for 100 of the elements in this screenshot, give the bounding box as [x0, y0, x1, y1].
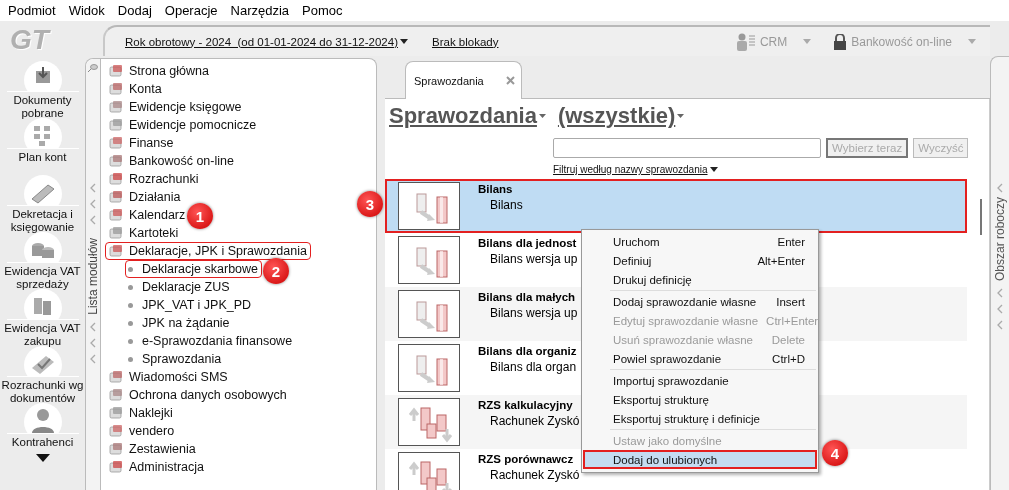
- module-icon: [108, 226, 124, 240]
- menu-item[interactable]: Eksportuj strukturę i definicje: [583, 409, 817, 428]
- module-icon: [108, 424, 124, 438]
- lock-icon[interactable]: [833, 33, 848, 50]
- module-icon: [108, 100, 124, 114]
- menu-item[interactable]: Widok: [62, 3, 112, 18]
- filter-dropdown[interactable]: (wszystkie): [557, 103, 685, 129]
- module-item[interactable]: Kalendarz: [105, 206, 190, 224]
- menu-item[interactable]: Powiel sprawozdanie Ctrl+D: [583, 349, 817, 368]
- menu-item[interactable]: Dodaj: [111, 3, 159, 18]
- report-title: Bilans: [478, 183, 514, 195]
- module-icon: [108, 190, 124, 204]
- module-item[interactable]: Deklaracje, JPK i Sprawozdania: [105, 242, 311, 260]
- report-title: Bilans dla jednost: [478, 237, 578, 249]
- module-icon: [108, 64, 124, 78]
- module-subitem[interactable]: JPK na żądanie: [125, 314, 234, 332]
- module-item[interactable]: Konta: [105, 80, 166, 98]
- module-item[interactable]: Bankowość on-line: [105, 152, 238, 170]
- category-dropdown[interactable]: Sprawozdania: [389, 103, 546, 129]
- module-subitem[interactable]: Deklaracje ZUS: [125, 278, 234, 296]
- report-row[interactable]: Bilans Bilans: [385, 179, 967, 233]
- module-item[interactable]: Kartoteki: [105, 224, 183, 242]
- caret-icon[interactable]: [803, 39, 812, 44]
- sidebar-item[interactable]: Ewidencja VAT sprzedaży: [0, 265, 85, 291]
- module-icon: [108, 154, 124, 168]
- tab[interactable]: Sprawozdania: [405, 61, 522, 99]
- module-icon: [108, 370, 124, 384]
- module-item[interactable]: Finanse: [105, 134, 178, 152]
- module-icon: [108, 118, 124, 132]
- module-item[interactable]: Ewidencje księgowe: [105, 98, 246, 116]
- sidebar-item[interactable]: Rozrachunki wg dokumentów: [0, 379, 85, 405]
- panel-title: Obszar roboczy: [993, 197, 1007, 282]
- module-item[interactable]: Strona główna: [105, 62, 213, 80]
- module-item[interactable]: Rozrachunki: [105, 170, 203, 188]
- person-icon[interactable]: [735, 32, 756, 51]
- menu-item[interactable]: Uruchom Enter: [583, 232, 817, 251]
- bullet-icon: [128, 284, 133, 290]
- sidebar-item[interactable]: Ewidencja VAT zakupu: [0, 322, 85, 348]
- sidebar-item[interactable]: Dokumenty pobrane: [0, 94, 85, 120]
- bullet-icon: [128, 338, 133, 344]
- sidebar-icon[interactable]: [23, 61, 62, 91]
- module-item[interactable]: Ochrona danych osobowych: [105, 386, 291, 404]
- module-subitem[interactable]: Deklaracje skarbowe: [125, 260, 263, 278]
- sidebar-item[interactable]: Dekretacja i księgowanie: [0, 208, 85, 234]
- module-icon: [108, 244, 124, 258]
- module-icon: [108, 208, 124, 222]
- logo: GT: [10, 25, 49, 55]
- module-icon: [108, 442, 124, 456]
- chevron-left-icon: [89, 321, 97, 332]
- bullet-icon: [128, 320, 133, 326]
- module-subitem[interactable]: Sprawozdania: [125, 350, 226, 368]
- caret-icon[interactable]: [968, 39, 976, 44]
- menu-item[interactable]: Eksportuj strukturę: [583, 390, 817, 409]
- report-title: Bilans dla organiz: [478, 345, 577, 357]
- sidebar-item[interactable]: Plan kont: [18, 151, 67, 164]
- search-field[interactable]: [553, 138, 821, 158]
- scrollbar-thumb[interactable]: [980, 199, 982, 235]
- report-subtitle: Bilans: [489, 198, 523, 212]
- step-badge: 3: [357, 191, 383, 217]
- report-subtitle: Bilans wersja up: [489, 306, 578, 320]
- menu-item[interactable]: Definiuj Alt+Enter: [583, 251, 817, 270]
- close-icon[interactable]: [505, 76, 515, 85]
- bullet-icon: [128, 302, 133, 308]
- module-item[interactable]: Naklejki: [105, 404, 177, 422]
- panel-title: Lista modułów: [86, 238, 100, 315]
- module-icon: [108, 460, 124, 474]
- caret-icon: [677, 114, 685, 118]
- module-subitem[interactable]: JPK_VAT i JPK_PD: [125, 296, 256, 314]
- module-item[interactable]: Administracja: [105, 458, 209, 476]
- menu-item[interactable]: Drukuj definicję: [583, 270, 817, 289]
- menu-item[interactable]: Podmiot: [2, 3, 63, 18]
- module-item[interactable]: Działania: [105, 188, 185, 206]
- sidebar-item[interactable]: Kontrahenci: [11, 436, 74, 449]
- menu-item[interactable]: Dodaj do ulubionych: [583, 450, 817, 469]
- menu-item[interactable]: Dodaj sprawozdanie własne Insert: [583, 292, 817, 311]
- report-title: Bilans dla małych: [478, 291, 577, 303]
- filter-link[interactable]: Filtruj według nazwy sprawozdania: [553, 164, 718, 175]
- fiscal-year-link[interactable]: Rok obrotowy - 2024 (od 01-01-2024 do 31-12-2024): [125, 35, 408, 48]
- caret-down-icon[interactable]: [35, 454, 50, 462]
- menu-item[interactable]: Narzędzia: [224, 3, 297, 18]
- report-subtitle: Bilans dla organ: [489, 360, 577, 374]
- module-item[interactable]: Wiadomości SMS: [105, 368, 232, 386]
- lock-status-link[interactable]: Brak blokady: [432, 35, 499, 48]
- sidebar-icon[interactable]: [23, 403, 62, 433]
- pin-icon: [88, 63, 98, 72]
- module-icon: [108, 388, 124, 402]
- chevron-left-icon: [996, 320, 1004, 331]
- menu-item[interactable]: Importuj sprawozdanie: [583, 371, 817, 390]
- module-item[interactable]: Zestawienia: [105, 440, 200, 458]
- module-item[interactable]: Ewidencje pomocnicze: [105, 116, 261, 134]
- report-subtitle: Rachunek Zyskó: [489, 414, 580, 428]
- report-title: RZS porównawcz: [478, 453, 575, 465]
- bullet-icon: [128, 356, 133, 362]
- module-item[interactable]: vendero: [105, 422, 179, 440]
- sidebar-icon[interactable]: [23, 346, 62, 376]
- chevron-left-icon: [89, 353, 97, 364]
- module-subitem[interactable]: e-Sprawozdania finansowe: [125, 332, 297, 350]
- menu-item[interactable]: Pomoc: [296, 3, 350, 18]
- menu-item[interactable]: Operacje: [158, 3, 225, 18]
- module-icon: [108, 406, 124, 420]
